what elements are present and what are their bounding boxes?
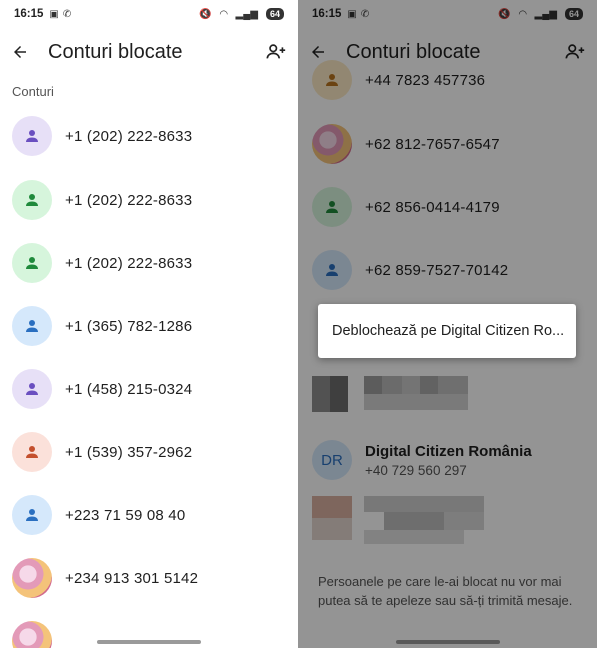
back-button[interactable] (10, 42, 30, 62)
mute-icon: 🔇 (199, 8, 212, 20)
blocked-number: +234 913 301 5142 (65, 569, 199, 587)
blocked-number: +1 (202) 222-8633 (65, 127, 193, 145)
person-icon (26, 130, 38, 142)
person-icon (26, 194, 38, 206)
person-icon (26, 383, 38, 395)
blocked-number: +1 (365) 782-1286 (65, 317, 193, 335)
status-time: 16:15 (14, 8, 44, 20)
blocked-number: +1 (458) 215-0324 (65, 380, 193, 398)
gesture-bar (97, 640, 201, 644)
list-item[interactable]: +1 (458) 215-0324 (12, 369, 298, 409)
list-item[interactable]: +223 71 59 08 40 (12, 495, 298, 535)
blocked-number: +1 (539) 357-2962 (65, 443, 193, 461)
arrow-left-icon (14, 46, 26, 58)
page-title: Conturi blocate (48, 40, 183, 63)
avatar (12, 243, 52, 283)
avatar (12, 180, 52, 220)
avatar (12, 558, 52, 598)
avatar (12, 432, 52, 472)
list-item[interactable]: +1 (365) 782-1286 (12, 306, 298, 346)
unblock-menu-item[interactable]: Deblochează pe Digital Citizen Ro... (318, 304, 576, 358)
add-blocked-contact-button[interactable] (264, 40, 288, 64)
list-item[interactable]: +234 913 301 5142 (12, 558, 298, 598)
avatar (12, 621, 52, 648)
notification-icon: ✆ (62, 8, 72, 20)
list-item[interactable]: +1 (539) 357-2962 (12, 432, 298, 472)
blocked-number: +1 (202) 222-8633 (65, 254, 193, 272)
list-item[interactable]: +1 (202) 222-8633 (12, 243, 298, 283)
avatar (12, 306, 52, 346)
blocked-number: +1 (202) 222-8633 (65, 191, 193, 209)
app-bar: Conturi blocate (0, 30, 298, 74)
battery-icon: 64 (265, 8, 284, 20)
status-bar: 16:15 ▣ ✆ 🔇 ◠ ▂▄▆ 64 (0, 0, 298, 28)
signal-icon: ▂▄▆ (235, 8, 258, 20)
screenshot-icon: ▣ (49, 8, 59, 20)
left-screen: 16:15 ▣ ✆ 🔇 ◠ ▂▄▆ 64 Conturi blocate Con… (0, 0, 298, 648)
add-person-icon (266, 44, 286, 59)
list-item[interactable]: +1 (202) 222-8633 (12, 116, 298, 156)
person-icon (26, 509, 38, 521)
avatar (12, 495, 52, 535)
right-screen: 16:15 ▣ ✆ 🔇 ◠ ▂▄▆ 64 Conturi blocate +44… (298, 0, 597, 648)
list-item[interactable]: +1 (202) 222-8633 (12, 180, 298, 220)
section-header: Conturi (12, 84, 54, 99)
avatar (12, 369, 52, 409)
person-icon (26, 320, 38, 332)
wifi-icon: ◠ (219, 8, 228, 20)
person-icon (26, 257, 38, 269)
blocked-number: +223 71 59 08 40 (65, 506, 186, 524)
avatar (12, 116, 52, 156)
person-icon (26, 446, 38, 458)
